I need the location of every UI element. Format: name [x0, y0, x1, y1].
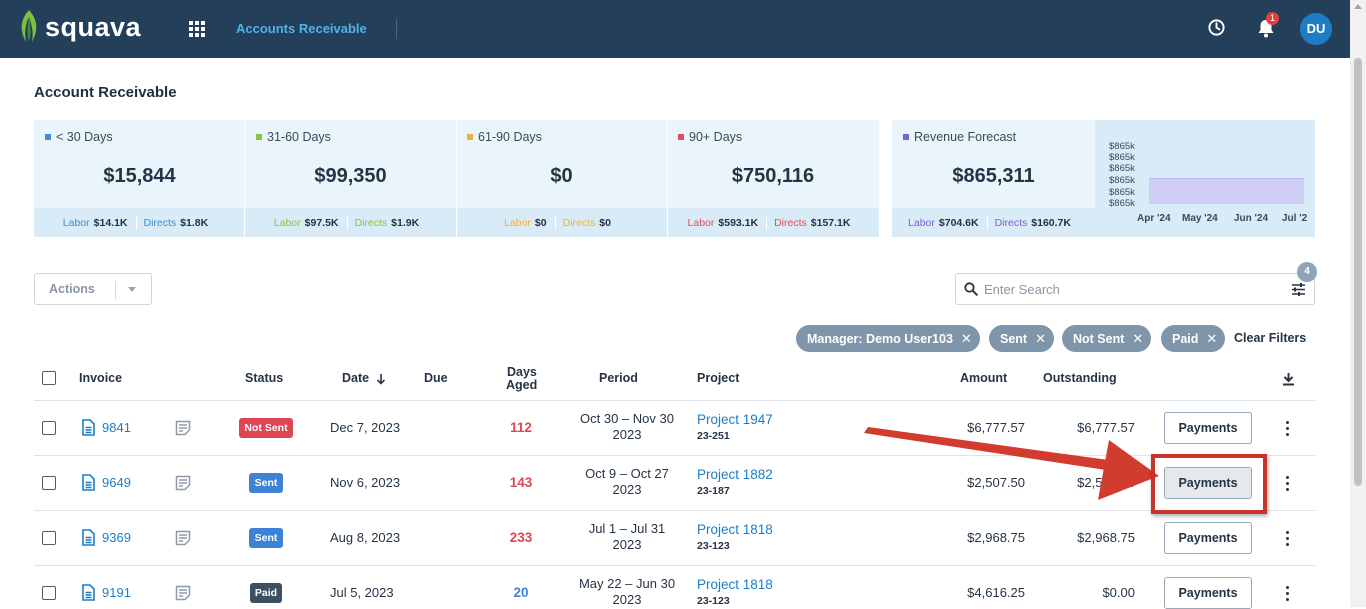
- annotation-highlight-box: [1151, 454, 1267, 514]
- annotation-arrow: [864, 427, 1159, 500]
